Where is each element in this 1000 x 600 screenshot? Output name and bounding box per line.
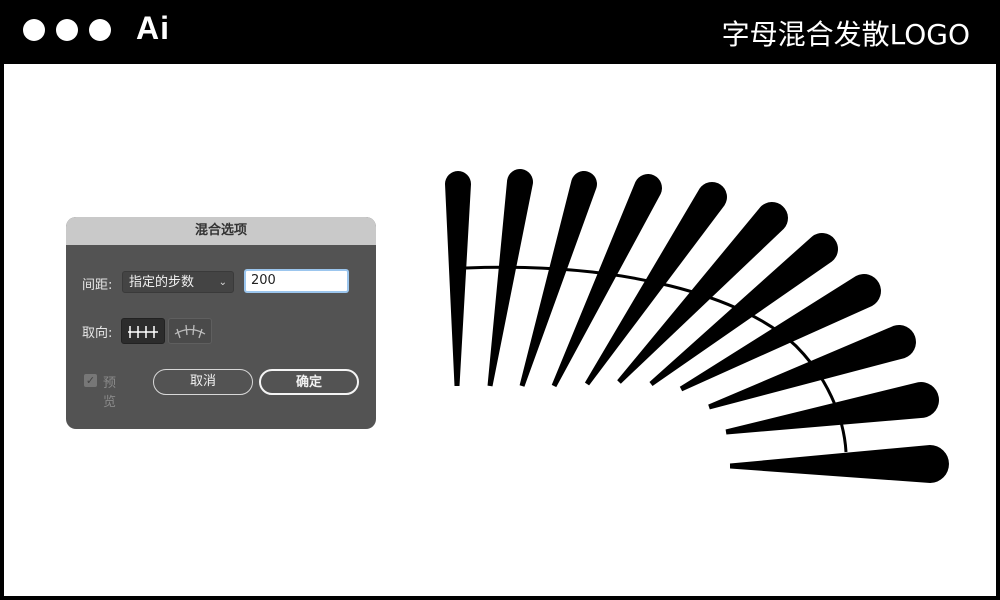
blend-spike xyxy=(519,171,597,387)
spacing-mode-select[interactable]: 指定的步数 ⌄ xyxy=(122,271,234,293)
window-close-dot[interactable] xyxy=(23,19,45,41)
chevron-down-icon: ⌄ xyxy=(218,277,227,288)
ok-button[interactable]: 确定 xyxy=(259,369,359,395)
align-to-page-button[interactable] xyxy=(121,318,165,344)
window-maximize-dot[interactable] xyxy=(89,19,111,41)
cancel-button[interactable]: 取消 xyxy=(153,369,253,395)
align-to-page-icon xyxy=(128,326,158,338)
window-minimize-dot[interactable] xyxy=(56,19,78,41)
dialog-title: 混合选项 xyxy=(66,217,376,245)
blend-options-dialog: 混合选项 间距: 指定的步数 ⌄ 200 取向: ✓ 预览 取消 确定 xyxy=(66,217,376,429)
blend-spike xyxy=(729,445,949,483)
preview-checkbox[interactable]: ✓ xyxy=(84,374,97,387)
app-logo-label: Ai xyxy=(136,10,170,46)
orientation-label: 取向: xyxy=(82,326,113,341)
spacing-mode-value: 指定的步数 xyxy=(129,275,195,290)
title-bar: Ai 字母混合发散LOGO xyxy=(0,0,1000,62)
blend-spike xyxy=(445,171,471,387)
align-to-path-icon xyxy=(174,324,206,339)
page-title: 字母混合发散LOGO xyxy=(721,18,970,51)
blend-spikes xyxy=(445,169,949,483)
preview-label: 预览 xyxy=(103,376,117,410)
blend-spike xyxy=(487,169,533,387)
artboard-canvas[interactable]: 混合选项 间距: 指定的步数 ⌄ 200 取向: ✓ 预览 取消 确定 xyxy=(4,64,996,596)
app-window: Ai 字母混合发散LOGO 混合选项 间距: 指定的步数 ⌄ 200 取向: ✓… xyxy=(0,0,1000,600)
steps-input[interactable]: 200 xyxy=(244,269,349,293)
spacing-label: 间距: xyxy=(82,278,113,293)
align-to-path-button[interactable] xyxy=(168,318,212,344)
